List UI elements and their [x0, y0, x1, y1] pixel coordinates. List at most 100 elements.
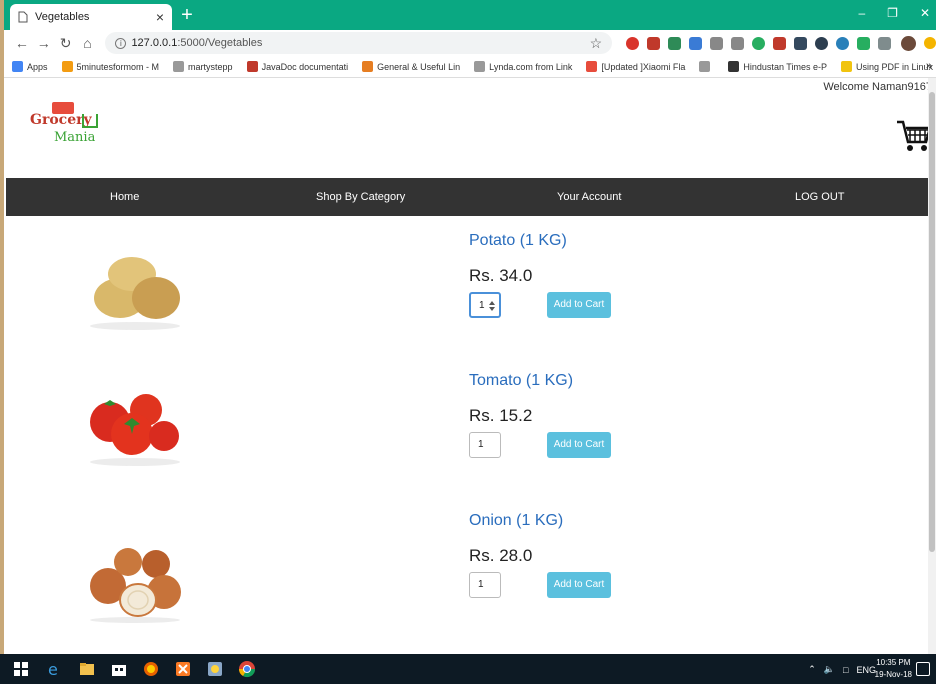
browser-window: Vegetables × + – ❐ ✕ ← → ↻ ⌂ i 127.0.0.1… — [4, 0, 936, 654]
logo-text-mania: Mania — [54, 130, 96, 145]
menu-log-out[interactable]: LOG OUT — [795, 191, 845, 203]
product-name[interactable]: Onion (1 KG) — [469, 512, 563, 530]
bookmark-label: JavaDoc documentati — [261, 61, 349, 72]
bookmark-label: Using PDF in Linux — [855, 61, 934, 72]
bookmark-label: martystepp — [188, 61, 233, 72]
bookmark-label: Apps — [27, 61, 48, 72]
back-arrow-icon[interactable]: ← — [12, 35, 32, 51]
shopping-cart-icon[interactable] — [896, 114, 932, 156]
clock-date: 19-Nov-18 — [874, 670, 912, 679]
browser-tab[interactable]: Vegetables × — [10, 4, 172, 30]
extension-icon[interactable] — [857, 36, 871, 50]
bookmark-favicon-icon — [840, 61, 852, 72]
scrollbar-thumb[interactable] — [929, 92, 935, 552]
windows-taskbar: e ⌃ 🔈 □ ENG 10:35 PM 19-Nov-18 — [0, 654, 936, 684]
extension-icon[interactable] — [836, 36, 850, 50]
bookmark-favicon-icon — [728, 61, 740, 72]
product-name[interactable]: Potato (1 KG) — [469, 232, 567, 250]
svg-text:e: e — [48, 660, 58, 678]
bookmark-label: 5minutesformom - M — [76, 61, 160, 72]
home-icon[interactable]: ⌂ — [78, 35, 98, 51]
bookmark-item[interactable]: 5minutesformom - M — [61, 61, 160, 72]
web-page: Welcome Naman9167 Grocery Mania Home Sho… — [4, 78, 936, 654]
bookmark-item[interactable]: Apps — [12, 61, 48, 72]
minimize-icon[interactable]: – — [858, 6, 865, 20]
apps-grid-icon — [12, 61, 23, 72]
extension-icon[interactable] — [794, 36, 808, 50]
product-price: Rs. 34.0 — [469, 266, 533, 285]
extension-icon[interactable] — [773, 36, 787, 50]
bookmark-item[interactable]: [Updated ]Xiaomi Fla — [586, 61, 685, 72]
new-tab-button[interactable]: + — [176, 4, 198, 26]
windows-start-icon[interactable] — [12, 660, 30, 678]
bookmarks-more-icon[interactable]: » — [926, 60, 932, 72]
bookmark-label: General & Useful Lin — [377, 61, 461, 72]
system-tray: ⌃ 🔈 □ ENG — [808, 664, 876, 675]
menu-your-account[interactable]: Your Account — [557, 191, 621, 203]
spinner-arrows-icon[interactable] — [489, 300, 495, 312]
bookmark-item[interactable]: martystepp — [173, 61, 233, 72]
xampp-icon[interactable] — [174, 660, 192, 678]
file-explorer-icon[interactable] — [78, 660, 96, 678]
chrome-icon[interactable] — [238, 660, 256, 678]
quantity-value: 1 — [478, 579, 484, 590]
bookmark-favicon-icon — [246, 61, 258, 72]
add-to-cart-button[interactable]: Add to Cart — [547, 432, 611, 458]
download-icon[interactable] — [731, 36, 745, 50]
network-icon[interactable]: □ — [843, 665, 848, 675]
bookmark-item[interactable]: General & Useful Lin — [362, 61, 460, 72]
extension-icon[interactable] — [815, 36, 829, 50]
page-scrollbar[interactable] — [928, 78, 936, 654]
add-to-cart-button[interactable]: Add to Cart — [547, 572, 611, 598]
bookmark-item[interactable]: JavaDoc documentati — [246, 61, 349, 72]
volume-icon[interactable]: 🔈 — [824, 664, 835, 675]
profile-avatar[interactable] — [901, 35, 917, 51]
extension-icon[interactable] — [668, 36, 682, 50]
basket-icon — [82, 114, 98, 128]
grammarly-icon[interactable] — [752, 36, 766, 50]
tab-title: Vegetables — [35, 11, 90, 23]
quantity-stepper[interactable]: 1 — [469, 432, 501, 458]
bookmark-item[interactable]: Using PDF in Linux — [840, 61, 934, 72]
product-price: Rs. 28.0 — [469, 546, 533, 565]
quantity-stepper[interactable]: 1 — [469, 572, 501, 598]
tray-expand-icon[interactable]: ⌃ — [808, 664, 816, 675]
bookmark-item[interactable]: Lynda.com from Link — [474, 61, 572, 72]
bookmark-favicon-icon — [61, 61, 73, 72]
potato-image — [90, 257, 180, 330]
product-name[interactable]: Tomato (1 KG) — [469, 372, 573, 390]
bookmark-label: Hindustan Times e-P — [743, 61, 827, 72]
extension-icon[interactable] — [878, 36, 892, 50]
forward-arrow-icon[interactable]: → — [34, 35, 54, 51]
menu-shop-by-category[interactable]: Shop By Category — [316, 191, 405, 203]
extension-icon[interactable] — [647, 36, 661, 50]
bookmark-star-icon[interactable]: ☆ — [590, 35, 603, 52]
action-center-icon[interactable] — [916, 662, 930, 676]
main-menu: Home Shop By Category Your Account LOG O… — [6, 178, 932, 216]
bookmark-item[interactable]: Hindustan Times e-P — [728, 61, 827, 72]
bookmark-label: [Updated ]Xiaomi Fla — [601, 61, 686, 72]
python-idle-icon[interactable] — [206, 660, 224, 678]
bookmark-favicon-icon — [362, 61, 374, 72]
bookmark-item[interactable] — [699, 61, 714, 72]
info-icon[interactable]: i — [115, 37, 127, 49]
welcome-text: Welcome Naman9167 — [823, 81, 932, 93]
extension-icon[interactable] — [689, 36, 703, 50]
clock[interactable]: 10:35 PM 19-Nov-18 — [875, 657, 912, 681]
add-to-cart-button[interactable]: Add to Cart — [547, 292, 611, 318]
store-icon[interactable] — [110, 660, 128, 678]
address-bar[interactable]: i 127.0.0.1 :5000/Vegetables ☆ — [105, 32, 613, 54]
adblock-icon[interactable] — [626, 36, 640, 50]
extension-icon[interactable] — [710, 36, 724, 50]
quantity-stepper[interactable]: 1 — [469, 292, 501, 318]
edge-icon[interactable]: e — [46, 660, 64, 678]
close-window-icon[interactable]: ✕ — [920, 6, 930, 20]
language-indicator[interactable]: ENG — [856, 665, 876, 675]
firefox-icon[interactable] — [142, 660, 160, 678]
chrome-menu-icon[interactable] — [924, 37, 936, 49]
menu-home[interactable]: Home — [110, 191, 139, 203]
reload-icon[interactable]: ↻ — [56, 35, 76, 52]
restore-icon[interactable]: ❐ — [887, 6, 898, 20]
close-tab-icon[interactable]: × — [156, 9, 164, 25]
grocery-mania-logo[interactable]: Grocery Mania — [30, 102, 100, 152]
